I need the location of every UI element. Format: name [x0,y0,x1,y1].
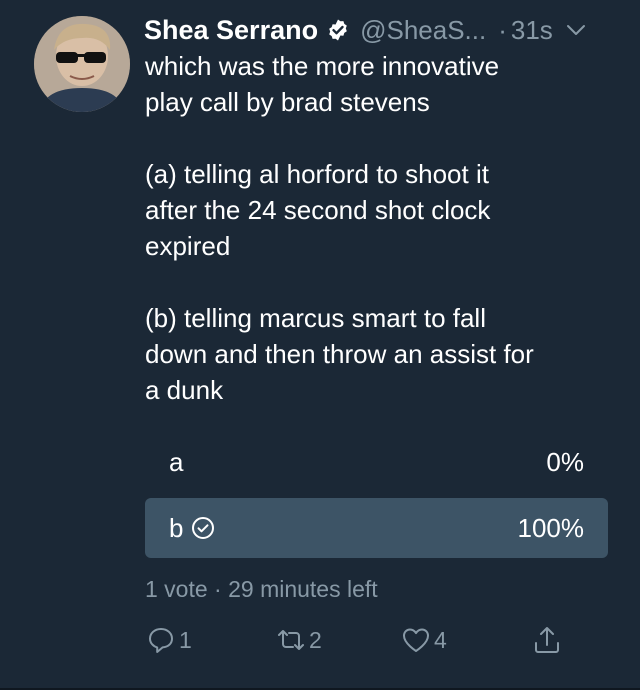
tweet-timestamp[interactable]: 31s [511,15,553,46]
poll-option-b-label: b [169,512,184,543]
poll-option-label: b [169,513,215,544]
poll-meta: 1 vote · 29 minutes left [145,576,378,602]
poll-option-label: a [169,447,183,478]
author-name[interactable]: Shea Serrano [144,15,318,46]
author-handle[interactable]: @SheaS... [360,15,486,46]
header-separator: · [498,14,507,45]
share-icon [535,627,559,653]
retweet-button[interactable]: 2 [275,624,322,656]
poll-option-b-percent: 100% [517,512,585,543]
reply-count: 1 [179,626,192,653]
tweet-header: Shea Serrano @SheaS... · 31s [144,12,624,48]
tweet-text: which was the more innovative play call … [145,51,534,405]
poll-option-a-label: a [169,446,184,477]
reply-icon [149,628,173,653]
reply-button[interactable]: 1 [145,624,192,656]
retweet-count: 2 [309,626,322,653]
poll-option-a[interactable]: a 0% [145,432,608,492]
chevron-down-icon[interactable] [565,19,587,41]
avatar-image [34,16,130,112]
tweet-actions: 1 2 4 [145,624,585,664]
verified-badge-icon [329,19,347,41]
heart-icon [403,628,429,652]
share-button[interactable] [531,624,563,656]
poll-option-b[interactable]: b 100% [145,498,608,558]
author-avatar[interactable] [34,16,130,112]
poll-option-a-percent: 0% [546,446,584,477]
like-button[interactable]: 4 [400,624,447,656]
like-count: 4 [434,626,447,653]
check-circle-icon [192,517,215,539]
retweet-icon [278,630,304,650]
